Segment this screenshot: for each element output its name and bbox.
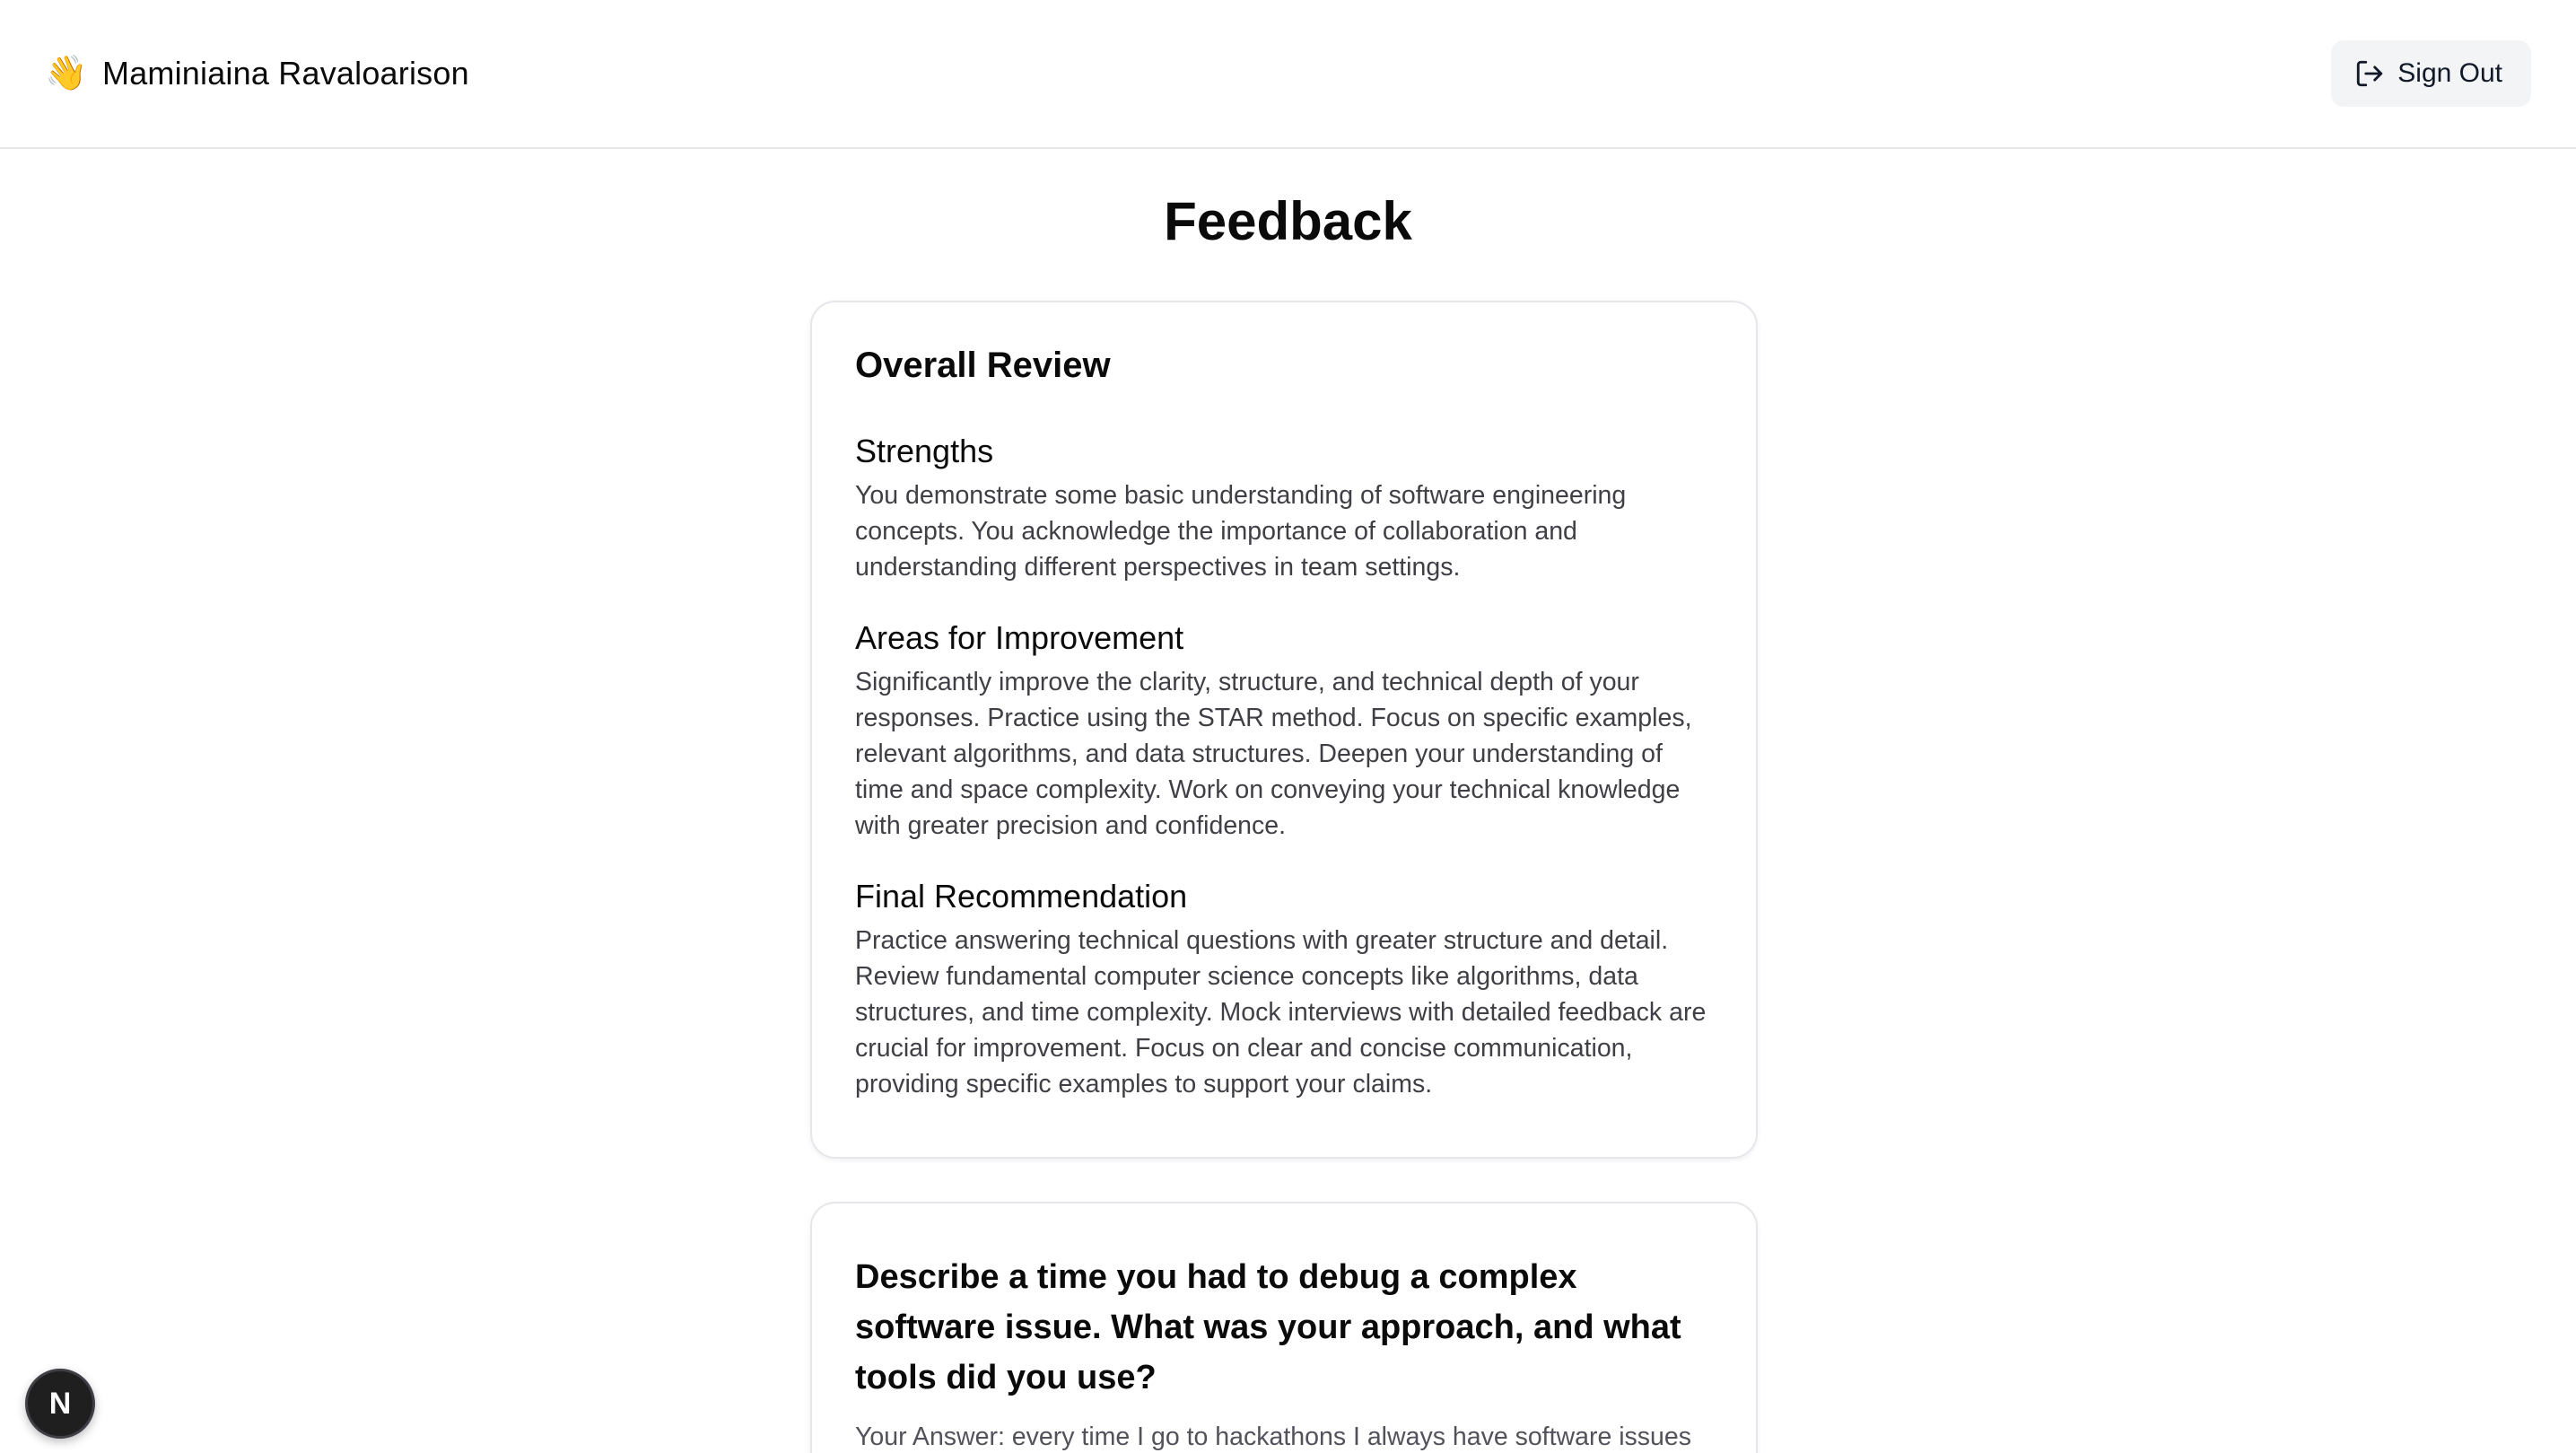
section-text: You demonstrate some basic understanding… — [855, 481, 1627, 582]
nextjs-dev-badge[interactable]: N — [25, 1369, 95, 1439]
page-root: 👋 Maminiaina Ravaloarison Sign Out Feedb… — [0, 0, 2576, 1453]
section-title: Final Recommendation — [855, 878, 1188, 915]
top-header: 👋 Maminiaina Ravaloarison Sign Out — [0, 0, 2576, 149]
question-title: Describe a time you had to debug a compl… — [855, 1258, 1681, 1396]
section-title: Strengths — [855, 433, 994, 469]
section-text: Significantly improve the clarity, struc… — [855, 668, 1692, 840]
overall-review-card: Overall Review Strengths You demonstrate… — [810, 301, 1758, 1159]
user-greeting: 👋 Maminiaina Ravaloarison — [45, 55, 469, 92]
user-name: Maminiaina Ravaloarison — [102, 55, 469, 92]
sign-out-label[interactable]: Sign Out — [2397, 58, 2502, 89]
user-answer: Your Answer: every time I go to hackatho… — [855, 1422, 1691, 1451]
final-recommendation-section: Final Recommendation Practice answering … — [855, 878, 1713, 1102]
waving-hand-icon: 👋 — [45, 55, 88, 92]
sign-out-icon — [2357, 60, 2383, 87]
section-title: Areas for Improvement — [855, 619, 1184, 656]
overall-review-heading: Overall Review — [855, 346, 1111, 385]
section-text: Practice answering technical questions w… — [855, 926, 1707, 1099]
sign-out-button[interactable]: Sign Out — [2331, 40, 2531, 107]
question-feedback-card: Describe a time you had to debug a compl… — [810, 1202, 1758, 1453]
page-title: Feedback — [1164, 191, 1412, 251]
areas-for-improvement-section: Areas for Improvement Significantly impr… — [855, 619, 1713, 844]
strengths-section: Strengths You demonstrate some basic und… — [855, 433, 1713, 585]
